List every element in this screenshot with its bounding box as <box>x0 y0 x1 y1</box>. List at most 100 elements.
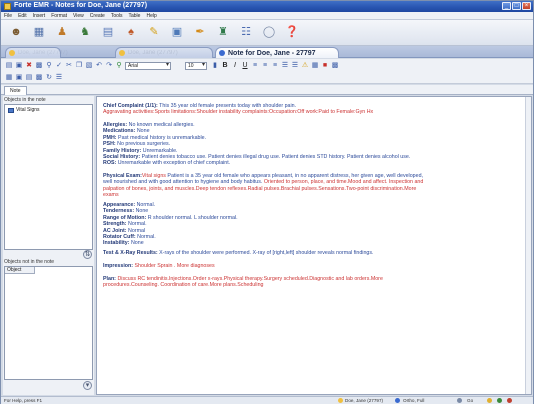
preview-icon[interactable]: ⚲ <box>45 62 53 70</box>
menu-bar: File Edit Insert Format View Create Tool… <box>1 12 533 20</box>
object-column-header[interactable]: Object <box>5 267 35 274</box>
records-icon[interactable]: ▦ <box>30 24 48 42</box>
table-icon[interactable]: ▦ <box>311 62 319 70</box>
template-icon[interactable]: ▦ <box>5 74 13 82</box>
menu-insert[interactable]: Insert <box>33 13 46 19</box>
range-of-motion-text: R shoulder normal. L shoulder normal. <box>147 214 238 221</box>
italic-button[interactable]: I <box>231 62 239 70</box>
users-icon-2[interactable]: ♜ <box>214 24 232 42</box>
list-item[interactable]: Vital Signs <box>8 107 40 113</box>
physical-exam-links-3[interactable]: exams <box>103 192 527 198</box>
open-icon[interactable]: ▣ <box>15 62 23 70</box>
font-select[interactable]: Arial <box>125 61 171 70</box>
object-icon[interactable]: ▩ <box>35 74 43 82</box>
menu-help[interactable]: Help <box>146 13 156 19</box>
network-icon <box>457 398 462 403</box>
impression-text[interactable]: Shoulder Sprain . More diagnoses <box>135 263 215 269</box>
minimize-button[interactable]: _ <box>502 2 511 10</box>
plan-links-2[interactable]: procedures.Counseling. Coordination of c… <box>103 282 527 288</box>
bold-icon[interactable]: ▮ <box>211 62 219 70</box>
xray-label: Test & X-Ray Results: <box>103 250 158 256</box>
chart-small-icon[interactable]: ▩ <box>331 62 339 70</box>
window-title: Forte EMR - Notes for Doe, Jane (27797) <box>14 2 148 9</box>
objects-not-in-note-list[interactable]: Object <box>4 266 93 380</box>
spell-icon[interactable]: ✓ <box>55 62 63 70</box>
bold-button[interactable]: B <box>221 62 229 70</box>
font-size-select[interactable]: 10 <box>185 61 207 70</box>
objects-not-in-note-label: Objects not in the note <box>4 259 55 265</box>
menu-format[interactable]: Format <box>51 13 67 19</box>
section-icon[interactable]: ▤ <box>25 74 33 82</box>
menu-tools[interactable]: Tools <box>111 13 123 19</box>
menu-view[interactable]: View <box>73 13 84 19</box>
warning-icon[interactable]: ⚠ <box>301 62 309 70</box>
underline-button[interactable]: U <box>241 62 249 70</box>
document-icon[interactable]: ▤ <box>99 24 117 42</box>
print-icon[interactable]: ▩ <box>35 62 43 70</box>
sync-icon <box>497 398 502 403</box>
cut-icon[interactable]: ✂ <box>65 62 73 70</box>
copy-icon[interactable]: ❐ <box>75 62 83 70</box>
app-window: Forte EMR - Notes for Doe, Jane (27797) … <box>0 0 534 404</box>
move-object-button[interactable]: ⇅ <box>83 250 92 259</box>
tab-patient-2[interactable]: Doe, Jane (27797) <box>115 47 213 58</box>
bullets-icon[interactable]: ☰ <box>281 62 289 70</box>
physical-exam-label: Physical Exam: <box>103 173 142 179</box>
tab-patient-1[interactable]: Doe, Jane (27797) <box>5 47 68 58</box>
plan-links-1[interactable]: Discuss RC tendinitis.Injections.Order x… <box>117 276 382 282</box>
find-icon[interactable]: ⚲ <box>115 62 123 70</box>
social-history-label: Social History: <box>103 154 141 161</box>
status-bar: For Help, press F1 Doe, Jane (27797) Ort… <box>1 396 533 404</box>
vital-signs-link[interactable]: Vital signs <box>142 173 166 179</box>
align-left-icon[interactable]: ≡ <box>251 62 259 70</box>
chief-complaint-section: Chief Complaint (1/1): This 35 year old … <box>103 103 527 116</box>
save-icon[interactable]: ▤ <box>5 62 13 70</box>
image-icon[interactable]: ■ <box>321 62 329 70</box>
tab-note[interactable]: Note for Doe, Jane - 27797 <box>215 47 339 58</box>
users-icon[interactable]: ♟ <box>53 24 71 42</box>
tab-note-editor[interactable]: Note <box>4 86 27 95</box>
ros-text: Unremarkable with exception of chief com… <box>117 160 231 167</box>
calendar-icon[interactable]: ☷ <box>237 24 255 42</box>
document-tabs: Doe, Jane (27797) Doe, Jane (27797) Note… <box>1 46 533 58</box>
paste-icon[interactable]: ▧ <box>85 62 93 70</box>
menu-table[interactable]: Table <box>129 13 141 19</box>
objects-in-note-list[interactable]: Vital Signs <box>4 104 93 250</box>
patient-icon[interactable]: ☻ <box>7 24 25 42</box>
family-history-label: Family History: <box>103 147 142 154</box>
menu-create[interactable]: Create <box>90 13 105 19</box>
align-center-icon[interactable]: ≡ <box>261 62 269 70</box>
note-scrollbar[interactable] <box>525 97 531 394</box>
chart-icon[interactable]: ▣ <box>168 24 186 42</box>
medications-label: Medications: <box>103 128 136 135</box>
history-section: Allergies: No known medical allergies. M… <box>103 122 527 167</box>
undo-icon[interactable]: ↶ <box>95 62 103 70</box>
refresh-icon[interactable]: ↻ <box>45 74 53 82</box>
allergies-text: No known medical allergies. <box>128 122 195 128</box>
group-icon[interactable]: ♞ <box>76 24 94 42</box>
redo-icon[interactable]: ↷ <box>105 62 113 70</box>
maximize-button[interactable]: □ <box>512 2 521 10</box>
plan-section: Plan: Discuss RC tendinitis.Injections.O… <box>103 276 527 289</box>
menu-file[interactable]: File <box>4 13 12 19</box>
insert-icon[interactable]: ▣ <box>15 74 23 82</box>
close-button[interactable]: × <box>522 2 531 10</box>
globe-icon[interactable]: ◯ <box>260 24 278 42</box>
align-right-icon[interactable]: ≡ <box>271 62 279 70</box>
numbering-icon[interactable]: ☰ <box>291 62 299 70</box>
chief-complaint-links[interactable]: Aggravating activities:Sports limitation… <box>103 109 527 115</box>
delete-icon[interactable]: ✖ <box>25 62 33 70</box>
add-object-button[interactable]: ▾ <box>83 381 92 390</box>
impression-label: Impression: <box>103 263 134 269</box>
window-controls: _ □ × <box>502 2 531 11</box>
menu-edit[interactable]: Edit <box>18 13 27 19</box>
status-help-text: For Help, press F1 <box>4 398 43 403</box>
note-editor[interactable]: Chief Complaint (1/1): This 35 year old … <box>96 96 532 395</box>
physical-exam-links-1[interactable]: Oriented to person, place, and time.Mood… <box>264 179 424 185</box>
pen-icon[interactable]: ✒ <box>191 24 209 42</box>
people-icon[interactable]: ♠ <box>122 24 140 42</box>
help-icon[interactable]: ❓ <box>283 24 301 42</box>
pencil-icon[interactable]: ✎ <box>145 24 163 42</box>
psh-text: No previous surgeries. <box>117 141 171 148</box>
list-icon[interactable]: ☰ <box>55 74 63 82</box>
